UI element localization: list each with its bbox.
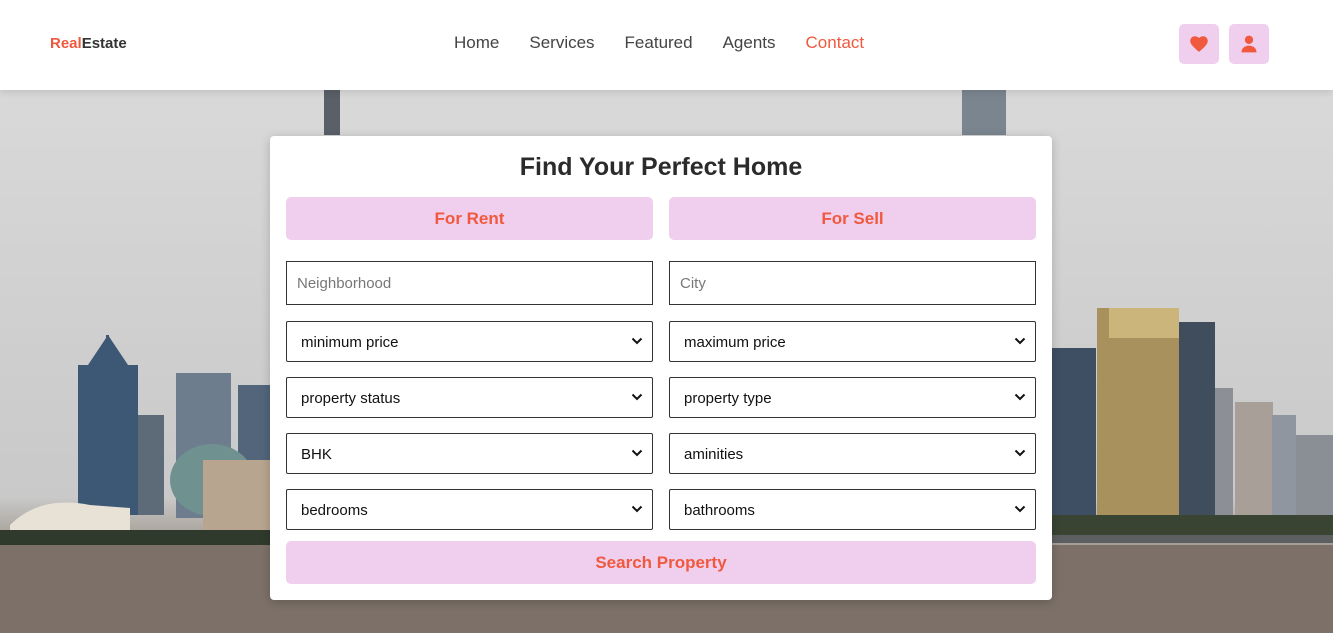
- for-sell-button[interactable]: For Sell: [669, 197, 1036, 240]
- property-type-select[interactable]: property type: [669, 377, 1036, 418]
- nav-home[interactable]: Home: [454, 33, 499, 53]
- amenities-select[interactable]: aminities: [669, 433, 1036, 474]
- chevron-down-icon: [1014, 393, 1026, 401]
- user-icon: [1241, 35, 1257, 53]
- bhk-value: BHK: [301, 446, 332, 463]
- chevron-down-icon: [1014, 337, 1026, 345]
- property-status-value: property status: [301, 390, 401, 407]
- property-type-value: property type: [684, 390, 772, 407]
- min-price-value: minimum price: [301, 334, 399, 351]
- nav-contact[interactable]: Contact: [806, 33, 865, 53]
- search-card: Find Your Perfect Home For Rent For Sell…: [270, 136, 1052, 600]
- for-rent-button[interactable]: For Rent: [286, 197, 653, 240]
- bedrooms-select[interactable]: bedrooms: [286, 489, 653, 530]
- city-input[interactable]: [669, 261, 1036, 305]
- nav-agents[interactable]: Agents: [723, 33, 776, 53]
- amenities-value: aminities: [684, 446, 744, 463]
- heart-icon: [1190, 36, 1208, 52]
- search-title: Find Your Perfect Home: [519, 153, 803, 181]
- property-status-select[interactable]: property status: [286, 377, 653, 418]
- bathrooms-select[interactable]: bathrooms: [669, 489, 1036, 530]
- max-price-value: maximum price: [684, 334, 786, 351]
- chevron-down-icon: [1014, 449, 1026, 457]
- chevron-down-icon: [631, 393, 643, 401]
- neighborhood-input[interactable]: [286, 261, 653, 305]
- chevron-down-icon: [631, 505, 643, 513]
- logo[interactable]: RealEstate: [50, 35, 127, 52]
- nav-featured[interactable]: Featured: [625, 33, 693, 53]
- max-price-select[interactable]: maximum price: [669, 321, 1036, 362]
- logo-accent: Real: [50, 35, 82, 52]
- nav-services[interactable]: Services: [529, 33, 594, 53]
- account-button[interactable]: [1229, 24, 1269, 64]
- bedrooms-value: bedrooms: [301, 502, 368, 519]
- bathrooms-value: bathrooms: [684, 502, 755, 519]
- bhk-select[interactable]: BHK: [286, 433, 653, 474]
- search-property-button[interactable]: Search Property: [286, 541, 1036, 584]
- min-price-select[interactable]: minimum price: [286, 321, 653, 362]
- chevron-down-icon: [631, 337, 643, 345]
- chevron-down-icon: [631, 449, 643, 457]
- chevron-down-icon: [1014, 505, 1026, 513]
- main-nav: Home Services Featured Agents Contact: [454, 33, 894, 53]
- logo-text: Estate: [81, 35, 127, 52]
- favorites-button[interactable]: [1179, 24, 1219, 64]
- site-header: RealEstate Home Services Featured Agents…: [0, 0, 1333, 90]
